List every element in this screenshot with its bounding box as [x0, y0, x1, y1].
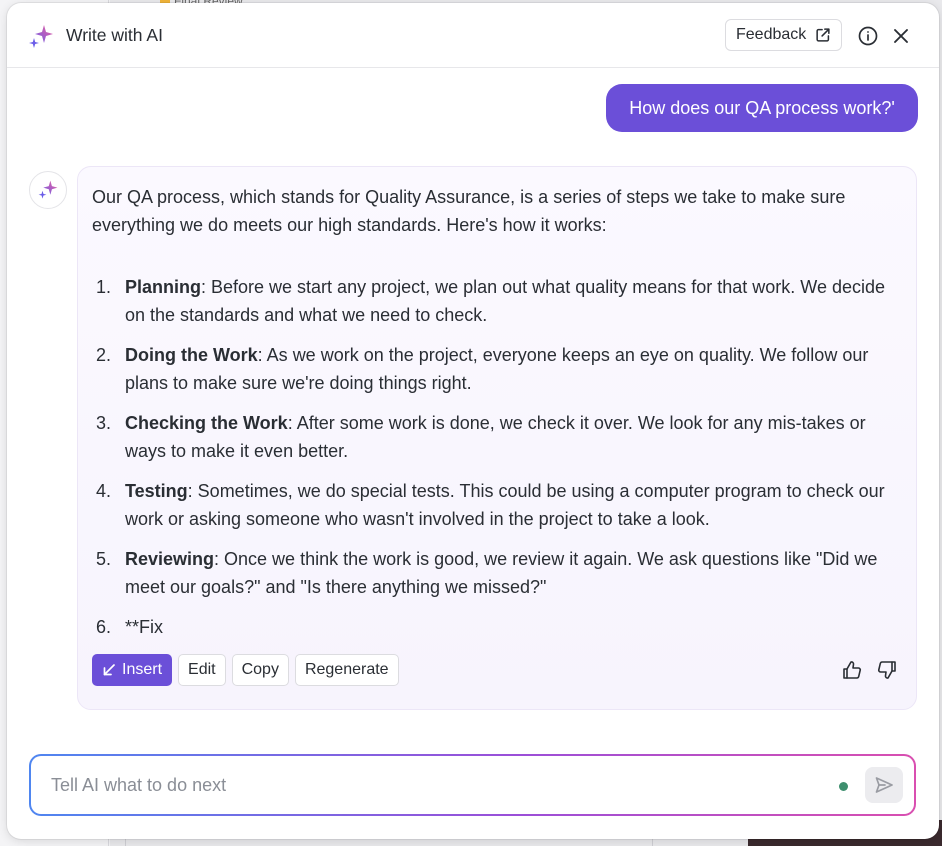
step-number: 3. [96, 413, 112, 433]
sparkle-icon [29, 25, 53, 48]
list-item: 4. Testing: Sometimes, we do special test… [92, 477, 904, 533]
step-text: : Once we think the work is good, we rev… [125, 549, 878, 597]
step-number: 5. [96, 549, 112, 569]
composer-inner [31, 756, 914, 814]
step-number: 4. [96, 481, 112, 501]
step-text: : Before we start any project, we plan o… [125, 277, 886, 325]
step-title: Checking the Work [125, 413, 288, 433]
sparkle-icon [38, 180, 58, 199]
info-icon[interactable] [857, 25, 879, 47]
panel-title: Write with AI [66, 25, 163, 45]
panel-header: Write with AI Feedback [7, 3, 939, 68]
list-item: 6. **Fix [92, 613, 904, 641]
arrow-down-left-icon [103, 664, 115, 676]
send-icon [875, 777, 893, 793]
write-with-ai-panel: Write with AI Feedback How does our QA p… [7, 3, 939, 839]
status-indicator [839, 782, 848, 791]
step-title: Testing [125, 481, 188, 501]
external-link-icon [816, 28, 830, 42]
user-message: How does our QA process work?' [606, 84, 918, 132]
ai-response-steps: 1. Planning: Before we start any project,… [92, 273, 904, 653]
step-text: : Sometimes, we do special tests. This c… [125, 481, 885, 529]
list-item: 3. Checking the Work: After some work is … [92, 409, 904, 465]
composer [29, 754, 916, 816]
step-number: 2. [96, 345, 112, 365]
ai-prompt-input[interactable] [51, 770, 811, 800]
send-button[interactable] [865, 767, 903, 803]
ai-response-card: Our QA process, which stands for Quality… [77, 166, 917, 710]
ai-avatar [29, 171, 67, 209]
feedback-button[interactable]: Feedback [725, 19, 842, 51]
step-number: 6. [96, 617, 112, 637]
insert-label: Insert [122, 661, 163, 678]
list-item: 5. Reviewing: Once we think the work is g… [92, 545, 904, 601]
regenerate-button[interactable]: Regenerate [294, 654, 399, 686]
copy-button[interactable]: Copy [231, 654, 289, 686]
step-text: **Fix [125, 617, 164, 637]
step-title: Planning [125, 277, 201, 297]
ai-response-intro: Our QA process, which stands for Quality… [92, 187, 846, 235]
step-title: Reviewing [125, 549, 215, 569]
edit-button[interactable]: Edit [178, 654, 226, 686]
response-actions: Insert Edit Copy Regenerate [92, 654, 399, 686]
list-item: 1. Planning: Before we start any project,… [92, 273, 904, 329]
list-item: 2. Doing the Work: As we work on the proj… [92, 341, 904, 397]
feedback-label: Feedback [736, 26, 807, 43]
thumbs-down-icon[interactable] [876, 659, 898, 681]
step-title: Doing the Work [125, 345, 258, 365]
close-icon[interactable] [890, 25, 912, 47]
thumbs-up-icon[interactable] [841, 659, 863, 681]
step-number: 1. [96, 277, 112, 297]
insert-button[interactable]: Insert [92, 654, 173, 686]
